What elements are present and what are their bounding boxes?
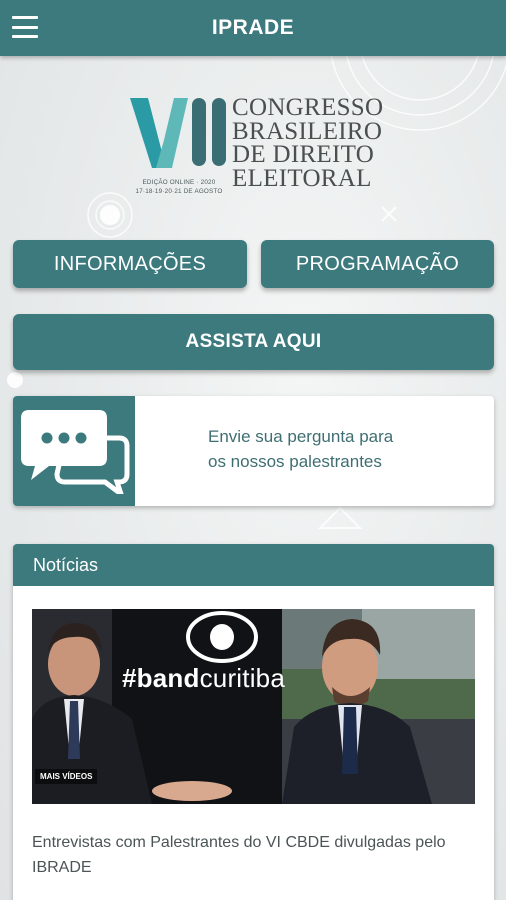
congress-name: CONGRESSO BRASILEIRO DE DIREITO ELEITORA… [232, 94, 384, 192]
news-video-thumbnail[interactable]: #bandcuritiba MAIS VÍDEOS [32, 609, 475, 804]
programacao-button[interactable]: PROGRAMAÇÃO [261, 240, 494, 288]
news-header-title: Notícias [33, 554, 99, 575]
news-header: Notícias [13, 544, 494, 586]
assista-aqui-button[interactable]: ASSISTA AQUI [13, 314, 494, 370]
vii-numeral-logo [130, 98, 226, 168]
band-curitiba-logo: #bandcuritiba [122, 663, 285, 694]
news-item-title[interactable]: Entrevistas com Palestrantes do VI CBDE … [32, 830, 477, 880]
chat-bubbles-icon [21, 410, 130, 494]
band-tag-bold: #band [122, 663, 200, 693]
app-header: IPRADE [0, 0, 506, 56]
ask-question-card[interactable]: Envie sua pergunta para os nossos palest… [13, 396, 494, 506]
ask-line-2: os nossos palestrantes [208, 452, 382, 471]
informacoes-button[interactable]: INFORMAÇÕES [13, 240, 247, 288]
hamburger-menu-icon[interactable] [12, 16, 38, 38]
ask-question-text: Envie sua pergunta para os nossos palest… [208, 424, 478, 474]
logo-line-1: CONGRESSO [232, 94, 384, 121]
mais-videos-label[interactable]: MAIS VÍDEOS [35, 769, 98, 784]
edition-info: EDIÇÃO ONLINE · 2020 17·18·19·20·21 DE A… [128, 178, 230, 196]
ask-line-1: Envie sua pergunta para [208, 427, 394, 446]
app-title: IPRADE [211, 16, 295, 39]
logo-line-3: DE DIREITO [232, 141, 375, 168]
edition-label: EDIÇÃO ONLINE · 2020 [142, 179, 216, 186]
band-tag-light: curitiba [199, 663, 285, 693]
interview-scene-image [32, 609, 475, 804]
congress-logo: EDIÇÃO ONLINE · 2020 17·18·19·20·21 DE A… [128, 94, 388, 206]
logo-line-2: BRASILEIRO [232, 117, 383, 145]
logo-line-4: ELEITORAL [232, 164, 372, 192]
edition-dates: 17·18·19·20·21 DE AGOSTO [135, 188, 223, 195]
ask-icon-box [13, 396, 135, 506]
news-card: Notícias #bandcuritiba MAIS VÍDEOS Entre… [13, 544, 494, 900]
